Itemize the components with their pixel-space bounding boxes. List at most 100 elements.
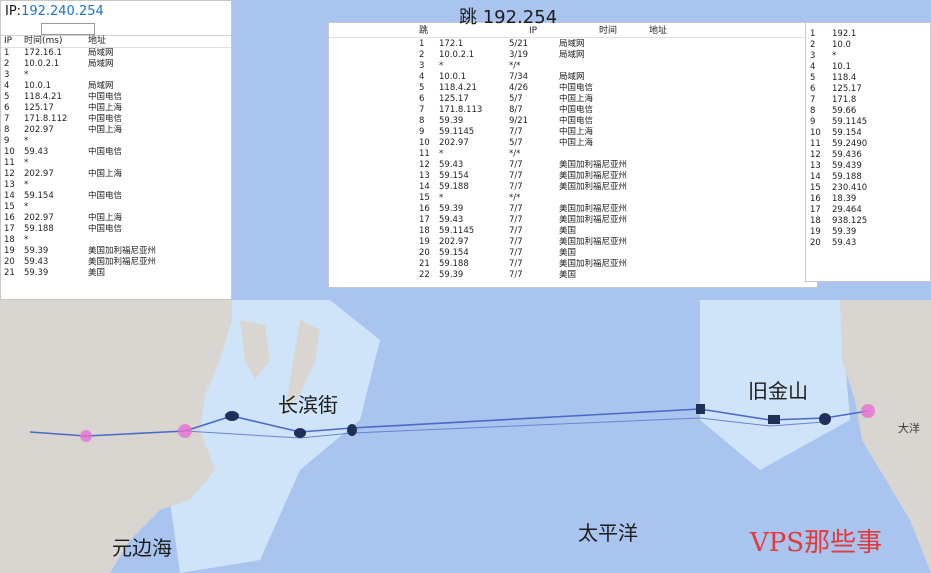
- table-row[interactable]: 2 10.0.2.1 局域网: [1, 59, 231, 70]
- table-row[interactable]: 3 * */*: [329, 61, 817, 72]
- table-cell: 21: [4, 268, 15, 278]
- table-row[interactable]: 19 202.97 7/7 美国加利福尼亚州: [329, 237, 817, 248]
- table-row[interactable]: 12 59.436: [806, 150, 930, 161]
- table-row[interactable]: 14 59.188 7/7 美国加利福尼亚州: [329, 182, 817, 193]
- table-row[interactable]: 19 59.39 美国加利福尼亚州: [1, 246, 231, 257]
- table-row[interactable]: 5 118.4.21 4/26 中国电信: [329, 83, 817, 94]
- table-cell: 局域网: [559, 72, 585, 82]
- table-row[interactable]: 17 59.188 中国电信: [1, 224, 231, 235]
- table-row[interactable]: 3 *: [1, 70, 231, 81]
- table-row[interactable]: 11 * */*: [329, 149, 817, 160]
- table-cell: 9: [4, 136, 10, 146]
- table-cell: 7/7: [509, 182, 523, 192]
- table-row[interactable]: 2 10.0: [806, 40, 930, 51]
- table-row[interactable]: 19 59.39: [806, 227, 930, 238]
- node-marker[interactable]: [819, 413, 831, 425]
- node-marker[interactable]: [768, 415, 780, 424]
- table-row[interactable]: 3 *: [806, 51, 930, 62]
- table-row[interactable]: 21 59.39 美国: [1, 268, 231, 279]
- table-row[interactable]: 22 59.39 7/7 美国: [329, 270, 817, 281]
- table-cell: 6: [4, 103, 10, 113]
- table-row[interactable]: 5 118.4: [806, 73, 930, 84]
- table-cell: 8: [810, 106, 816, 116]
- table-cell: *: [439, 61, 444, 71]
- table-row[interactable]: 14 59.188: [806, 172, 930, 183]
- middle-header-time[interactable]: 时间: [599, 25, 649, 37]
- map-label-lower-left: 元边海: [112, 536, 172, 560]
- left-title-ip[interactable]: 192.240.254: [21, 4, 104, 19]
- table-cell: 59.1145: [439, 226, 475, 236]
- table-row[interactable]: 18 *: [1, 235, 231, 246]
- table-row[interactable]: 10 202.97 5/7 中国上海: [329, 138, 817, 149]
- table-row[interactable]: 14 59.154 中国电信: [1, 191, 231, 202]
- table-cell: 59.188: [439, 182, 469, 192]
- table-row[interactable]: 16 18.39: [806, 194, 930, 205]
- left-header-time[interactable]: 时间(ms): [24, 35, 88, 47]
- table-row[interactable]: 8 59.66: [806, 106, 930, 117]
- table-row[interactable]: 4 10.1: [806, 62, 930, 73]
- table-cell: 20: [419, 248, 430, 258]
- middle-header-location[interactable]: 地址: [649, 25, 769, 37]
- table-row[interactable]: 13 59.439: [806, 161, 930, 172]
- left-filter-box[interactable]: [41, 23, 95, 35]
- table-cell: 10.0: [832, 40, 851, 50]
- table-row[interactable]: 18 938.125: [806, 216, 930, 227]
- table-row[interactable]: 13 59.154 7/7 美国加利福尼亚州: [329, 171, 817, 182]
- table-row[interactable]: 7 171.8: [806, 95, 930, 106]
- table-row[interactable]: 18 59.1145 7/7 美国: [329, 226, 817, 237]
- table-row[interactable]: 6 125.17 5/7 中国上海: [329, 94, 817, 105]
- table-row[interactable]: 20 59.43 美国加利福尼亚州: [1, 257, 231, 268]
- middle-header-hop[interactable]: 跳: [329, 25, 529, 37]
- middle-header-ip[interactable]: IP: [529, 25, 599, 37]
- table-row[interactable]: 13 *: [1, 180, 231, 191]
- table-row[interactable]: 21 59.188 7/7 美国加利福尼亚州: [329, 259, 817, 270]
- map-label-small-right: 大洋: [898, 421, 920, 435]
- table-row[interactable]: 1 172.16.1 局域网: [1, 48, 231, 59]
- table-row[interactable]: 17 59.43 7/7 美国加利福尼亚州: [329, 215, 817, 226]
- table-cell: */*: [509, 61, 521, 71]
- table-cell: 8: [419, 116, 425, 126]
- table-row[interactable]: 10 59.154: [806, 128, 930, 139]
- table-row[interactable]: 10 59.43 中国电信: [1, 147, 231, 158]
- node-marker[interactable]: [696, 404, 705, 414]
- table-row[interactable]: 7 171.8.113 8/7 中国电信: [329, 105, 817, 116]
- left-header-ip[interactable]: IP: [1, 35, 24, 47]
- left-header-location[interactable]: 地址: [88, 35, 208, 47]
- table-row[interactable]: 1 192.1: [806, 29, 930, 40]
- table-row[interactable]: 16 59.39 7/7 美国加利福尼亚州: [329, 204, 817, 215]
- table-row[interactable]: 4 10.0.1 7/34 局域网: [329, 72, 817, 83]
- table-row[interactable]: 5 118.4.21 中国电信: [1, 92, 231, 103]
- table-row[interactable]: 15 *: [1, 202, 231, 213]
- table-row[interactable]: 15 230.410: [806, 183, 930, 194]
- table-row[interactable]: 9 59.1145 7/7 中国上海: [329, 127, 817, 138]
- table-row[interactable]: 7 171.8.112 中国电信: [1, 114, 231, 125]
- table-row[interactable]: 11 59.2490: [806, 139, 930, 150]
- table-row[interactable]: 12 59.43 7/7 美国加利福尼亚州: [329, 160, 817, 171]
- node-marker[interactable]: [347, 424, 357, 436]
- table-row[interactable]: 20 59.154 7/7 美国: [329, 248, 817, 259]
- table-row[interactable]: 15 * */*: [329, 193, 817, 204]
- table-row[interactable]: 6 125.17 中国上海: [1, 103, 231, 114]
- table-row[interactable]: 12 202.97 中国上海: [1, 169, 231, 180]
- table-row[interactable]: 9 *: [1, 136, 231, 147]
- table-row[interactable]: 6 125.17: [806, 84, 930, 95]
- table-row[interactable]: 9 59.1145: [806, 117, 930, 128]
- hop-marker[interactable]: [80, 430, 92, 442]
- table-row[interactable]: 17 29.464: [806, 205, 930, 216]
- table-row[interactable]: 8 59.39 9/21 中国电信: [329, 116, 817, 127]
- hop-marker[interactable]: [861, 404, 875, 418]
- table-row[interactable]: 20 59.43: [806, 238, 930, 249]
- table-row[interactable]: 4 10.0.1 局域网: [1, 81, 231, 92]
- table-cell: 5/7: [509, 138, 523, 148]
- table-row[interactable]: 16 202.97 中国上海: [1, 213, 231, 224]
- table-row[interactable]: 8 202.97 中国上海: [1, 125, 231, 136]
- hop-marker[interactable]: [178, 424, 192, 438]
- table-cell: 59.43: [832, 238, 857, 248]
- table-row[interactable]: 11 *: [1, 158, 231, 169]
- node-marker[interactable]: [294, 428, 306, 438]
- table-cell: 10.0.2.1: [24, 59, 60, 69]
- node-marker[interactable]: [225, 411, 239, 421]
- traceroute-window-right: 1 192.1 2 10.0 3 * 4 10.1 5 118.4 6 125.17 7 171.8 8 59…: [805, 22, 931, 282]
- table-row[interactable]: 2 10.0.2.1 3/19 局域网: [329, 50, 817, 61]
- table-row[interactable]: 1 172.1 5/21 局域网: [329, 39, 817, 50]
